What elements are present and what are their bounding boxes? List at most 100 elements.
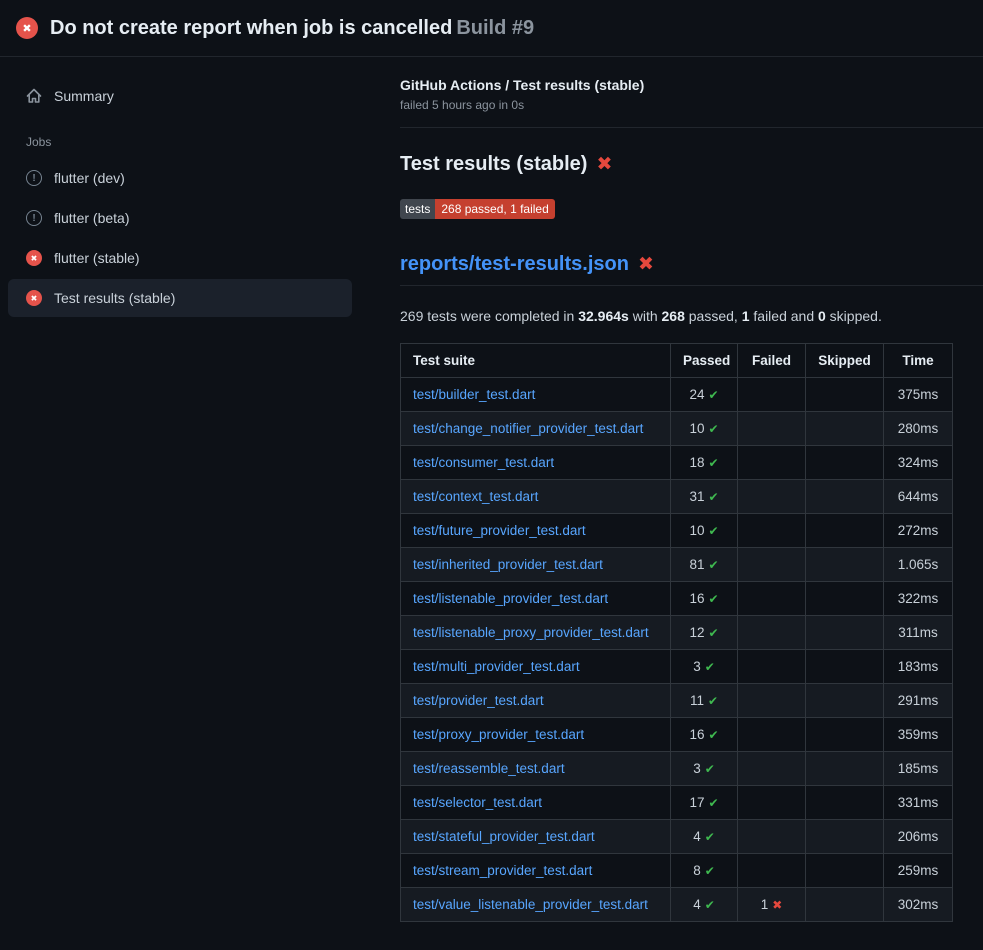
check-icon: ✔ <box>705 864 715 878</box>
passed-cell: 3✔ <box>671 650 738 684</box>
check-icon: ✔ <box>705 898 715 912</box>
time-cell: 311ms <box>884 616 953 650</box>
suite-cell: test/selector_test.dart <box>401 786 671 820</box>
suite-cell: test/listenable_proxy_provider_test.dart <box>401 616 671 650</box>
passed-count: 10 <box>689 421 704 436</box>
table-row: test/stream_provider_test.dart 8✔ 259ms <box>401 854 953 888</box>
test-suite-link[interactable]: test/builder_test.dart <box>413 387 535 402</box>
time-cell: 272ms <box>884 514 953 548</box>
failed-icon: ✖ <box>26 250 42 266</box>
build-number: Build #9 <box>456 17 534 39</box>
time-cell: 1.065s <box>884 548 953 582</box>
sidebar-item-test-results-stable[interactable]: ✖ Test results (stable) <box>8 279 352 317</box>
table-header-row: Test suite Passed Failed Skipped Time <box>401 344 953 378</box>
passed-count: 31 <box>689 489 704 504</box>
sidebar: Summary Jobs ! flutter (dev) ! flutter (… <box>0 57 360 319</box>
check-icon: ✔ <box>708 796 718 810</box>
jobs-section-label: Jobs <box>8 117 352 159</box>
col-header-skipped: Skipped <box>806 344 884 378</box>
passed-cell: 16✔ <box>671 718 738 752</box>
badge-value: 268 passed, 1 failed <box>435 199 554 219</box>
check-icon: ✔ <box>708 558 718 572</box>
suite-cell: test/stateful_provider_test.dart <box>401 820 671 854</box>
test-suite-link[interactable]: test/stateful_provider_test.dart <box>413 829 595 844</box>
test-results-table: Test suite Passed Failed Skipped Time te… <box>400 343 953 922</box>
time-cell: 359ms <box>884 718 953 752</box>
failed-cell <box>738 514 806 548</box>
badge-label: tests <box>400 199 435 219</box>
sidebar-item-flutter-stable[interactable]: ✖ flutter (stable) <box>8 239 352 277</box>
passed-count: 18 <box>689 455 704 470</box>
test-suite-link[interactable]: test/selector_test.dart <box>413 795 542 810</box>
sidebar-item-label: flutter (stable) <box>54 250 140 266</box>
passed-cell: 81✔ <box>671 548 738 582</box>
warning-icon: ! <box>26 210 42 226</box>
failed-cell <box>738 684 806 718</box>
skipped-cell <box>806 446 884 480</box>
test-suite-link[interactable]: test/inherited_provider_test.dart <box>413 557 603 572</box>
test-suite-link[interactable]: test/consumer_test.dart <box>413 455 554 470</box>
build-title-text: Do not create report when job is cancell… <box>50 17 452 39</box>
passed-count: 4 <box>693 897 701 912</box>
sidebar-item-label: flutter (beta) <box>54 210 129 226</box>
time-cell: 280ms <box>884 412 953 446</box>
section-title: Test results (stable) ✖ <box>400 153 983 176</box>
check-icon: ✔ <box>705 762 715 776</box>
test-suite-link[interactable]: test/provider_test.dart <box>413 693 544 708</box>
home-icon <box>26 88 42 104</box>
check-icon: ✔ <box>708 456 718 470</box>
table-row: test/listenable_proxy_provider_test.dart… <box>401 616 953 650</box>
passed-cell: 16✔ <box>671 582 738 616</box>
x-glyph: ✖ <box>31 294 38 303</box>
suite-cell: test/stream_provider_test.dart <box>401 854 671 888</box>
passed-count: 8 <box>693 863 701 878</box>
test-suite-link[interactable]: test/value_listenable_provider_test.dart <box>413 897 648 912</box>
suite-cell: test/builder_test.dart <box>401 378 671 412</box>
test-suite-link[interactable]: test/stream_provider_test.dart <box>413 863 592 878</box>
passed-cell: 10✔ <box>671 514 738 548</box>
check-icon: ✔ <box>705 660 715 674</box>
failed-cell <box>738 854 806 888</box>
skipped-cell <box>806 684 884 718</box>
test-suite-link[interactable]: test/proxy_provider_test.dart <box>413 727 584 742</box>
time-cell: 324ms <box>884 446 953 480</box>
sidebar-item-flutter-beta[interactable]: ! flutter (beta) <box>8 199 352 237</box>
skipped-cell <box>806 888 884 922</box>
report-heading: reports/test-results.json ✖ <box>400 253 983 286</box>
table-row: test/value_listenable_provider_test.dart… <box>401 888 953 922</box>
test-suite-link[interactable]: test/change_notifier_provider_test.dart <box>413 421 643 436</box>
sidebar-item-flutter-dev[interactable]: ! flutter (dev) <box>8 159 352 197</box>
time-cell: 302ms <box>884 888 953 922</box>
build-failed-status-icon: ✖ <box>16 17 38 39</box>
test-suite-link[interactable]: test/context_test.dart <box>413 489 538 504</box>
skipped-cell <box>806 820 884 854</box>
table-row: test/reassemble_test.dart 3✔ 185ms <box>401 752 953 786</box>
test-suite-link[interactable]: test/future_provider_test.dart <box>413 523 586 538</box>
suite-cell: test/listenable_provider_test.dart <box>401 582 671 616</box>
check-icon: ✔ <box>708 490 718 504</box>
skipped-cell <box>806 854 884 888</box>
passed-count: 10 <box>689 523 704 538</box>
passed-count: 16 <box>689 591 704 606</box>
passed-cell: 10✔ <box>671 412 738 446</box>
table-row: test/builder_test.dart 24✔ 375ms <box>401 378 953 412</box>
test-suite-link[interactable]: test/multi_provider_test.dart <box>413 659 580 674</box>
failed-cell <box>738 718 806 752</box>
sidebar-item-summary[interactable]: Summary <box>8 77 352 115</box>
test-suite-link[interactable]: test/reassemble_test.dart <box>413 761 565 776</box>
test-suite-link[interactable]: test/listenable_provider_test.dart <box>413 591 608 606</box>
failed-cell <box>738 650 806 684</box>
main-content: GitHub Actions / Test results (stable) f… <box>400 57 983 922</box>
failed-cell <box>738 786 806 820</box>
check-icon: ✔ <box>705 830 715 844</box>
passed-cell: 18 ✔ <box>671 446 738 480</box>
failed-cell <box>738 378 806 412</box>
breadcrumb: GitHub Actions / Test results (stable) <box>400 77 983 93</box>
x-icon: ✖ <box>772 898 782 912</box>
table-row: test/provider_test.dart 11✔ 291ms <box>401 684 953 718</box>
failed-x-icon: ✖ <box>596 155 612 174</box>
report-file-link[interactable]: reports/test-results.json <box>400 253 629 276</box>
suite-cell: test/change_notifier_provider_test.dart <box>401 412 671 446</box>
test-suite-link[interactable]: test/listenable_proxy_provider_test.dart <box>413 625 649 640</box>
warning-icon: ! <box>26 170 42 186</box>
